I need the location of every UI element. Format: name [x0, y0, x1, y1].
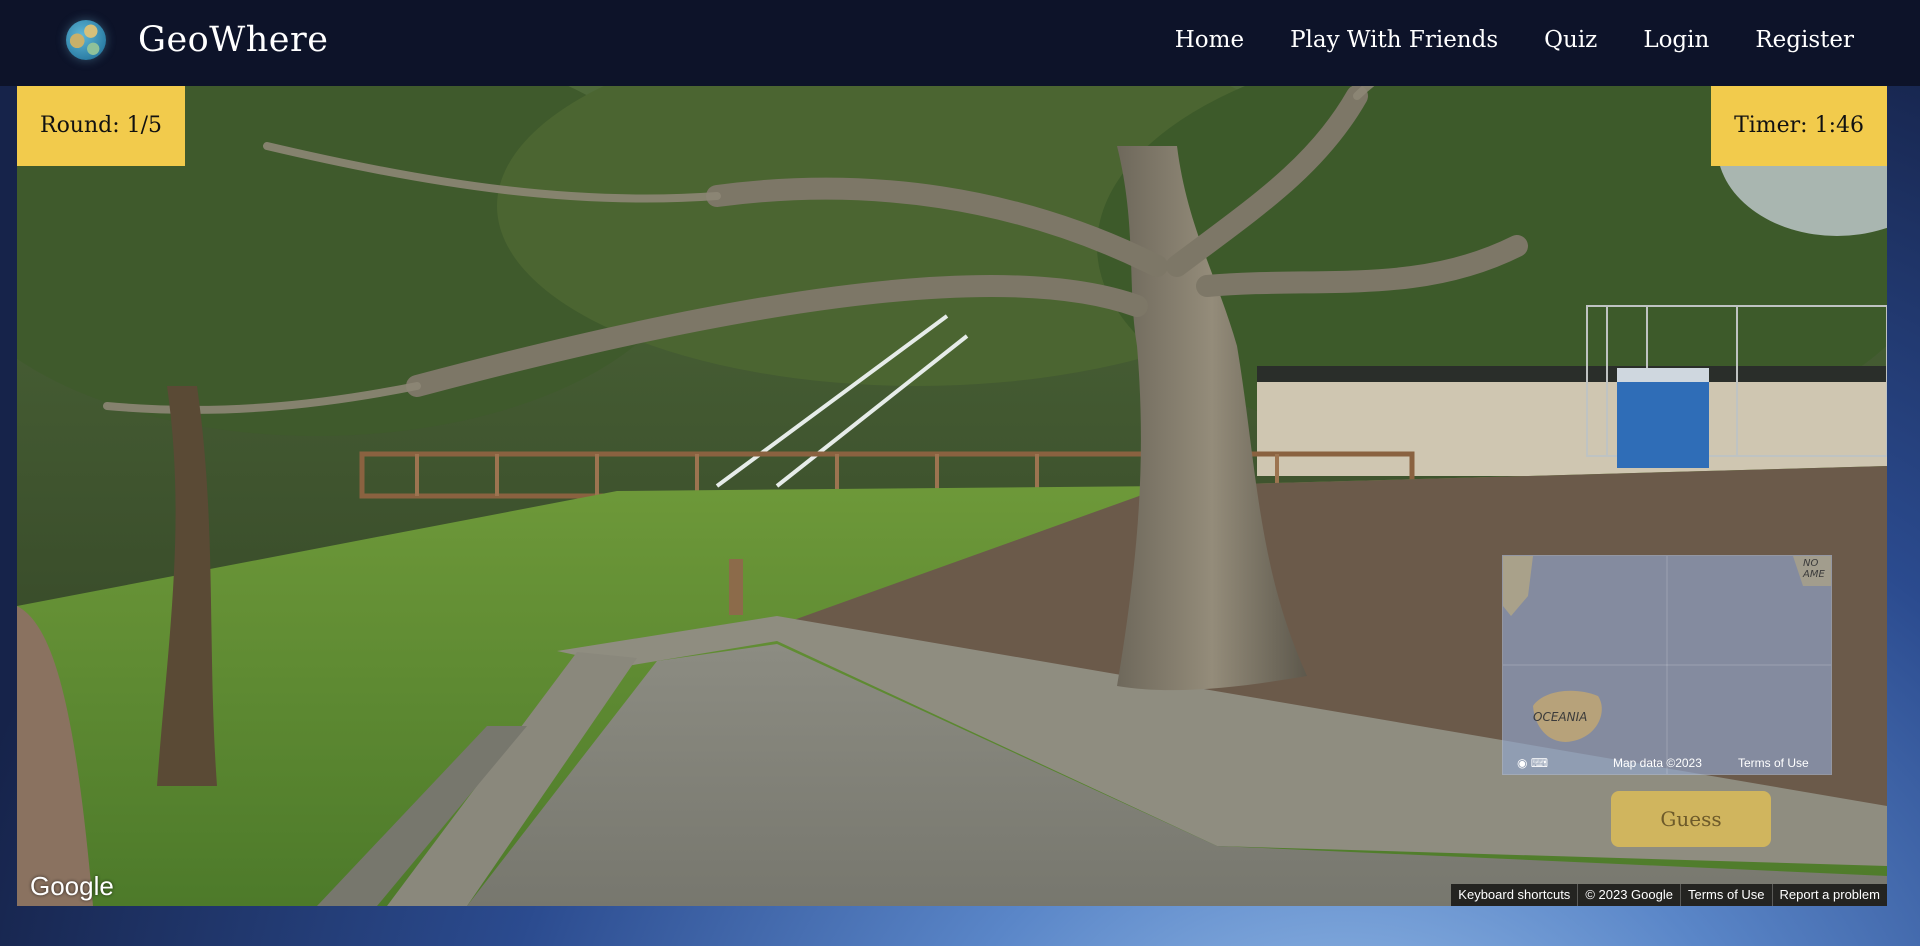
- world-map: [1503, 556, 1831, 774]
- map-attribution: ◉ ⌨ Map data ©2023 Terms of Use: [1503, 752, 1831, 774]
- top-navbar: GeoWhere Home Play With Friends Quiz Log…: [0, 0, 1920, 86]
- nav-quiz[interactable]: Quiz: [1544, 22, 1597, 58]
- map-label-oceania: OCEANIA: [1533, 710, 1588, 724]
- terms-of-use-link[interactable]: Terms of Use: [1679, 884, 1772, 906]
- timer-indicator: Timer: 1:46: [1711, 86, 1887, 166]
- nav-play-with-friends[interactable]: Play With Friends: [1290, 22, 1498, 58]
- map-data-text: Map data ©2023: [1613, 756, 1702, 770]
- report-problem-link[interactable]: Report a problem: [1771, 884, 1887, 906]
- map-label-north-america: NO AME: [1803, 558, 1825, 580]
- map-controls-icon[interactable]: ◉ ⌨: [1517, 756, 1548, 770]
- street-view-panorama[interactable]: Round: 1/5 Timer: 1:46 OCEANIA NO AME ◉ …: [17, 86, 1887, 906]
- nav-home[interactable]: Home: [1175, 22, 1244, 58]
- brand-name[interactable]: GeoWhere: [138, 17, 328, 63]
- map-terms-link[interactable]: Terms of Use: [1738, 756, 1809, 770]
- guess-button[interactable]: Guess: [1611, 791, 1771, 847]
- globe-icon[interactable]: [66, 20, 106, 60]
- google-logo: Google: [30, 871, 114, 901]
- main-nav: Home Play With Friends Quiz Login Regist…: [1175, 22, 1854, 58]
- guess-minimap[interactable]: OCEANIA NO AME ◉ ⌨ Map data ©2023 Terms …: [1502, 555, 1832, 775]
- nav-register[interactable]: Register: [1755, 22, 1854, 58]
- copyright-text: © 2023 Google: [1577, 884, 1680, 906]
- streetview-footer: Keyboard shortcuts © 2023 Google Terms o…: [1451, 884, 1887, 906]
- nav-login[interactable]: Login: [1643, 22, 1709, 58]
- street-view-scene: [17, 86, 1887, 906]
- keyboard-shortcuts-link[interactable]: Keyboard shortcuts: [1451, 884, 1577, 906]
- round-indicator: Round: 1/5: [17, 86, 186, 166]
